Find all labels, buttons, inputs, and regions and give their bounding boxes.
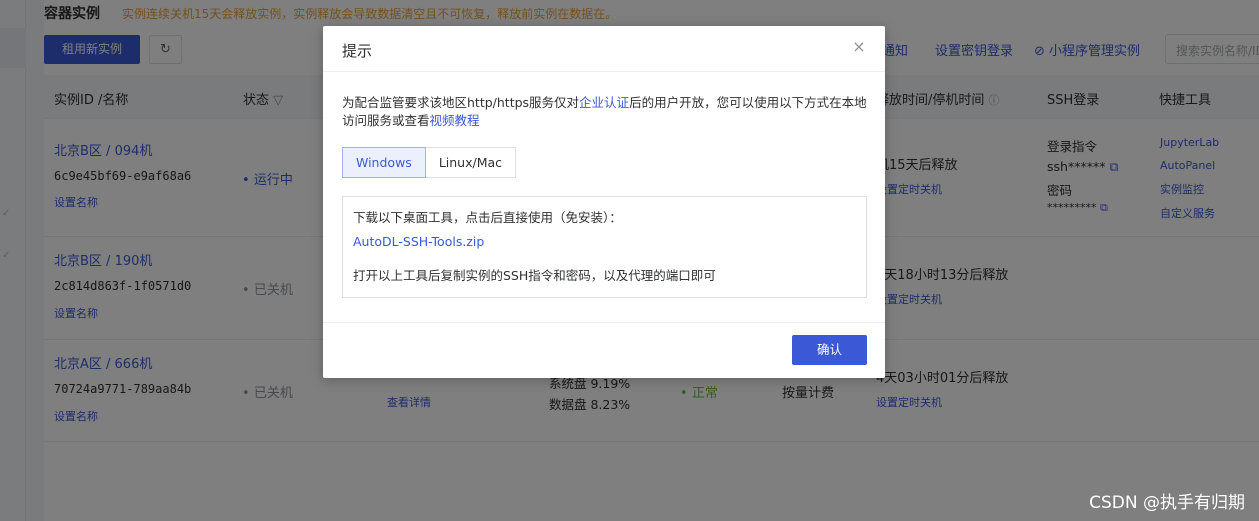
confirm-button[interactable]: 确认 <box>792 335 867 365</box>
os-tabs: Windows Linux/Mac <box>342 147 517 178</box>
download-instruction: 下载以下桌面工具，点击后直接使用（免安装）： <box>353 210 622 225</box>
instructions-box: 下载以下桌面工具，点击后直接使用（免安装）： AutoDL-SSH-Tools.… <box>342 196 867 298</box>
download-tool-link[interactable]: AutoDL-SSH-Tools.zip <box>353 231 856 252</box>
tab-windows[interactable]: Windows <box>342 147 426 178</box>
dialog-title: 提示 <box>342 42 373 60</box>
enterprise-auth-link[interactable]: 企业认证 <box>579 95 629 110</box>
tip-dialog: 提示 × 为配合监管要求该地区http/https服务仅对企业认证后的用户开放，… <box>323 26 885 378</box>
tab-linux-mac[interactable]: Linux/Mac <box>425 147 517 178</box>
dialog-header: 提示 × <box>323 26 885 72</box>
intro-text-1: 为配合监管要求该地区http/https服务仅对 <box>342 95 580 110</box>
video-tutorial-link[interactable]: 视频教程 <box>430 113 480 128</box>
watermark: CSDN @执手有归期 <box>1089 493 1245 513</box>
close-icon[interactable]: × <box>851 39 867 55</box>
dialog-message: 为配合监管要求该地区http/https服务仅对企业认证后的用户开放，您可以使用… <box>342 94 868 130</box>
usage-instruction: 打开以上工具后复制实例的SSH指令和密码，以及代理的端口即可 <box>353 268 716 283</box>
